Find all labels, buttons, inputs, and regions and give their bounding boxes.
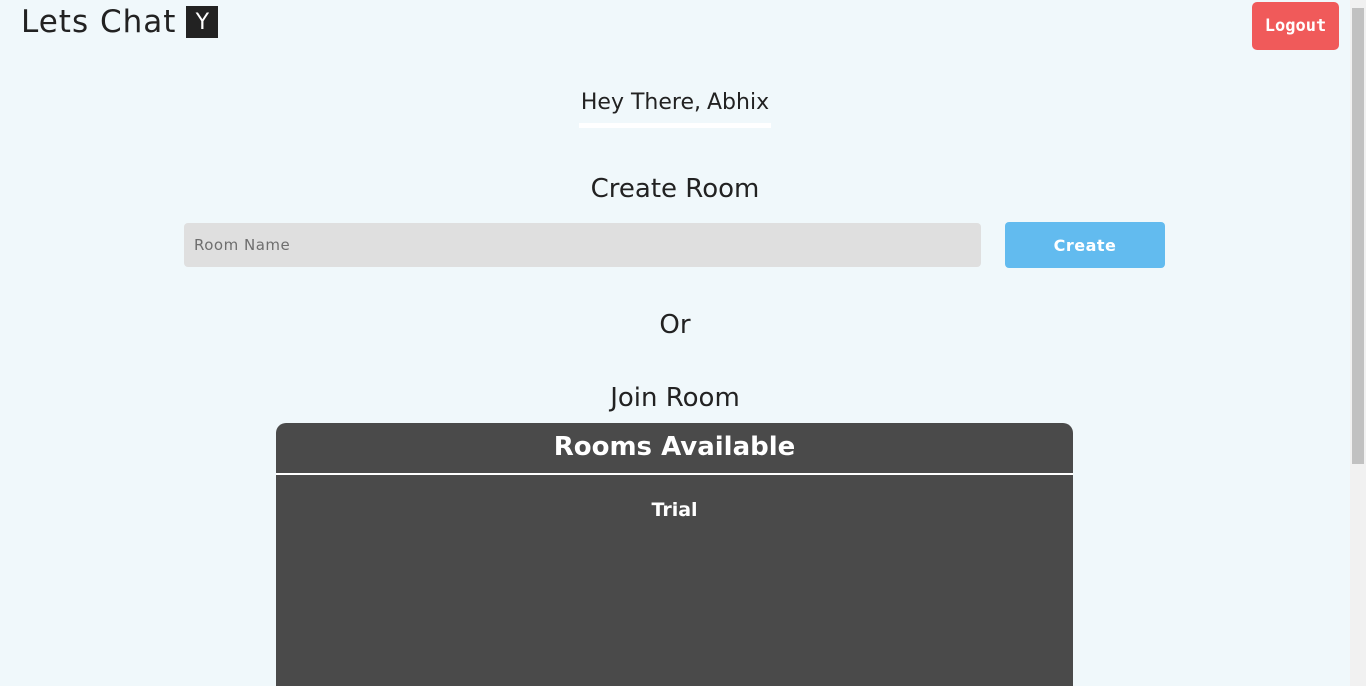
rooms-panel-title: Rooms Available bbox=[276, 423, 1073, 475]
or-separator: Or bbox=[659, 310, 691, 340]
brand[interactable]: Lets Chat Y bbox=[21, 4, 219, 40]
app-title: Lets Chat bbox=[21, 4, 177, 40]
room-name-input[interactable] bbox=[184, 223, 981, 267]
create-room-button[interactable]: Create bbox=[1005, 222, 1165, 268]
page-scrollbar[interactable] bbox=[1350, 0, 1366, 686]
logout-button[interactable]: Logout bbox=[1252, 2, 1339, 50]
username: Abhix bbox=[707, 90, 770, 115]
create-room-heading: Create Room bbox=[590, 174, 760, 204]
rooms-panel: Rooms Available Trial bbox=[276, 423, 1073, 686]
join-room-heading: Join Room bbox=[610, 383, 740, 413]
greeting-prefix: Hey There, bbox=[580, 90, 701, 115]
room-item[interactable]: Trial bbox=[276, 499, 1073, 521]
logo-icon: Y bbox=[186, 6, 219, 38]
greeting: Hey There, Abhix bbox=[579, 90, 771, 128]
scrollbar-thumb[interactable] bbox=[1352, 8, 1364, 464]
page: Lets Chat Y Logout Hey There, Abhix Creat… bbox=[0, 0, 1366, 686]
room-list: Trial bbox=[276, 475, 1073, 521]
